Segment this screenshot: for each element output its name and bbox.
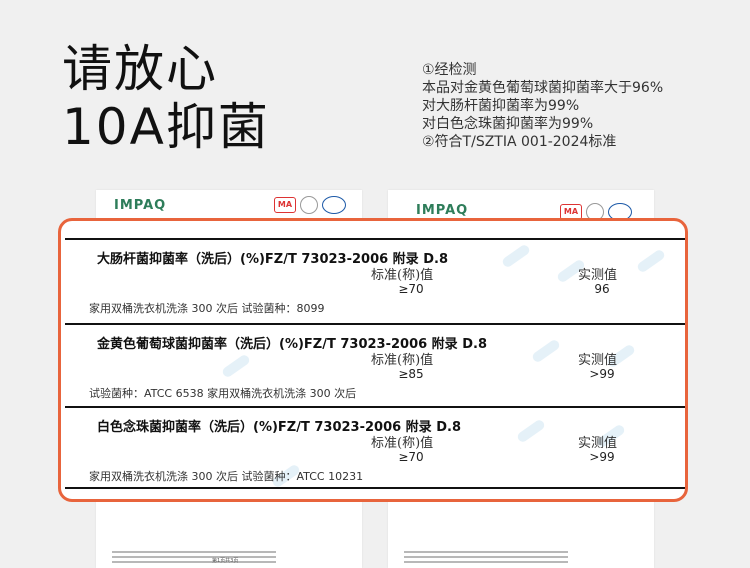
measured-value: >99 — [589, 367, 615, 381]
report-logo: IMPAQ — [416, 203, 469, 218]
result-section-ecoli: 大肠杆菌抑菌率（洗后）(%)FZ/T 73023-2006 附录 D.8 标准(… — [61, 248, 685, 334]
standard-header: 标准(称)值 — [371, 436, 434, 451]
standard-value: ≥70 — [398, 282, 424, 296]
note-line: 对大肠杆菌抑菌率为99% — [422, 98, 580, 114]
standard-value: ≥85 — [398, 367, 424, 381]
measured-header: 实测值 — [578, 436, 618, 451]
note-line: ①经检测 — [422, 62, 477, 78]
certification-marks: MA — [274, 196, 346, 214]
report-footer — [404, 548, 638, 563]
note-line: ②符合T/SZTIA 001-2024标准 — [422, 134, 617, 150]
result-section-candida: 白色念珠菌抑菌率（洗后）(%)FZ/T 73023-2006 附录 D.8 标准… — [61, 416, 685, 499]
measured-value: >99 — [589, 450, 615, 464]
headline: 请放心 10A抑菌 — [62, 40, 270, 156]
result-note: 家用双桶洗衣机洗涤 300 次后 试验菌种：8099 — [89, 302, 325, 315]
report-logo: IMPAQ — [114, 198, 167, 213]
measured-header: 实测值 — [578, 268, 618, 283]
note-line: 本品对金黄色葡萄球菌抑菌率大于96% — [422, 80, 664, 96]
ma-mark-icon: MA — [274, 197, 296, 213]
headline-line-1: 请放心 — [62, 40, 218, 98]
note-line: 对白色念珠菌抑菌率为99% — [422, 116, 594, 132]
result-note: 家用双桶洗衣机洗涤 300 次后 试验菌种：ATCC 10231 — [89, 470, 364, 483]
measured-value: 96 — [594, 282, 610, 296]
ilac-mark-icon — [300, 196, 318, 214]
page-number: 第1页共3页 — [212, 558, 239, 564]
standard-header: 标准(称)值 — [371, 268, 434, 283]
standard-value: ≥70 — [398, 450, 424, 464]
headline-line-2: 10A抑菌 — [62, 98, 270, 156]
result-note: 试验菌种：ATCC 6538 家用双桶洗衣机洗涤 300 次后 — [89, 387, 357, 400]
test-notes: ①经检测 本品对金黄色葡萄球菌抑菌率大于96% 对大肠杆菌抑菌率为99% 对白色… — [422, 61, 663, 151]
measured-header: 实测值 — [578, 353, 618, 368]
standard-header: 标准(称)值 — [371, 353, 434, 368]
antibacterial-results-panel: 大肠杆菌抑菌率（洗后）(%)FZ/T 73023-2006 附录 D.8 标准(… — [58, 218, 688, 502]
cnas-mark-icon — [322, 196, 346, 214]
